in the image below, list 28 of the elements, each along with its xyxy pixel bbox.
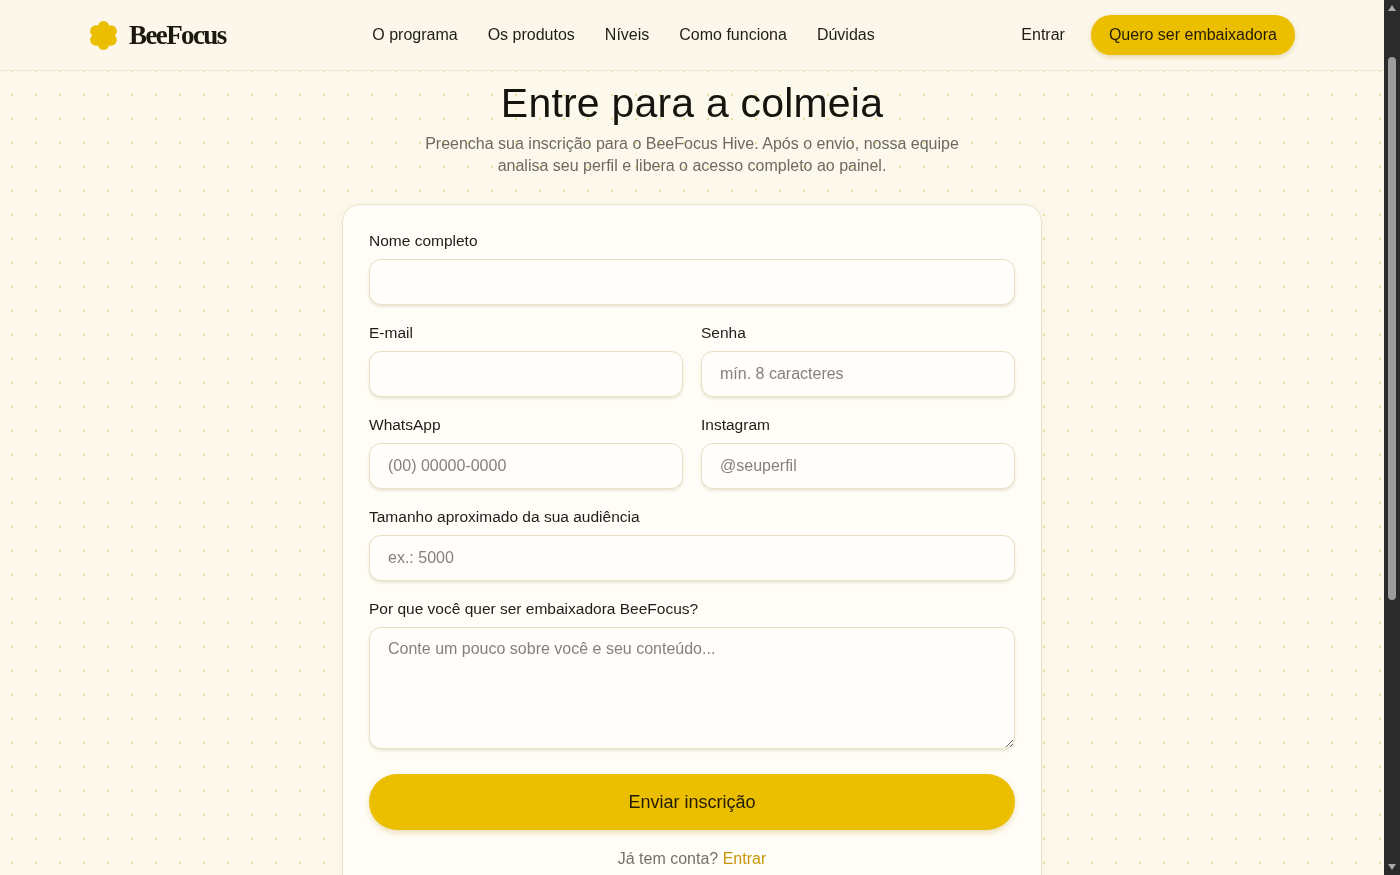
- input-field[interactable]: [369, 351, 683, 397]
- ambassador-button[interactable]: Quero ser embaixadora: [1090, 15, 1295, 55]
- input-field[interactable]: mín. 8 caracteres: [701, 351, 1015, 397]
- nav-link[interactable]: Os produtos: [487, 26, 575, 44]
- scrollbar[interactable]: [1384, 0, 1400, 875]
- input-field[interactable]: @seuperfil: [701, 443, 1015, 489]
- page-subtitle: Preencha sua inscrição para o BeeFocus Hive. Após o envio, nossa equipe analisa seu perfil e libera o acesso completo ao painel.: [424, 134, 960, 176]
- input-field[interactable]: (00) 00000-0000: [369, 443, 683, 489]
- login-prompt: Já tem conta? Entrar: [616, 849, 768, 869]
- field-label: Nome completo: [369, 231, 479, 251]
- submit-button[interactable]: Enviar inscrição: [369, 774, 1015, 830]
- login-link[interactable]: Entrar: [1021, 26, 1065, 44]
- nav-link[interactable]: Dúvidas: [816, 26, 875, 44]
- brand-logo[interactable]: BeeFocus: [129, 21, 226, 49]
- field-label: WhatsApp: [369, 415, 442, 435]
- nav-link[interactable]: Como funciona: [679, 26, 787, 44]
- field-label: Por que você quer ser embaixadora BeeFocus?: [369, 599, 700, 619]
- textarea-field[interactable]: Conte um pouco sobre você e seu conteúdo...: [369, 627, 1015, 749]
- input-field[interactable]: ex.: 5000: [369, 535, 1015, 581]
- field-label: Tamanho aproximado da sua audiência: [369, 507, 641, 527]
- field-label: Instagram: [701, 415, 771, 435]
- flower-icon: [88, 19, 119, 51]
- nav-link[interactable]: Níveis: [604, 26, 650, 44]
- field-label: E-mail: [369, 323, 414, 343]
- input-field[interactable]: [369, 259, 1015, 305]
- nav-link[interactable]: O programa: [372, 26, 458, 44]
- field-label: Senha: [701, 323, 747, 343]
- page-title: Entre para a colmeia: [500, 79, 884, 127]
